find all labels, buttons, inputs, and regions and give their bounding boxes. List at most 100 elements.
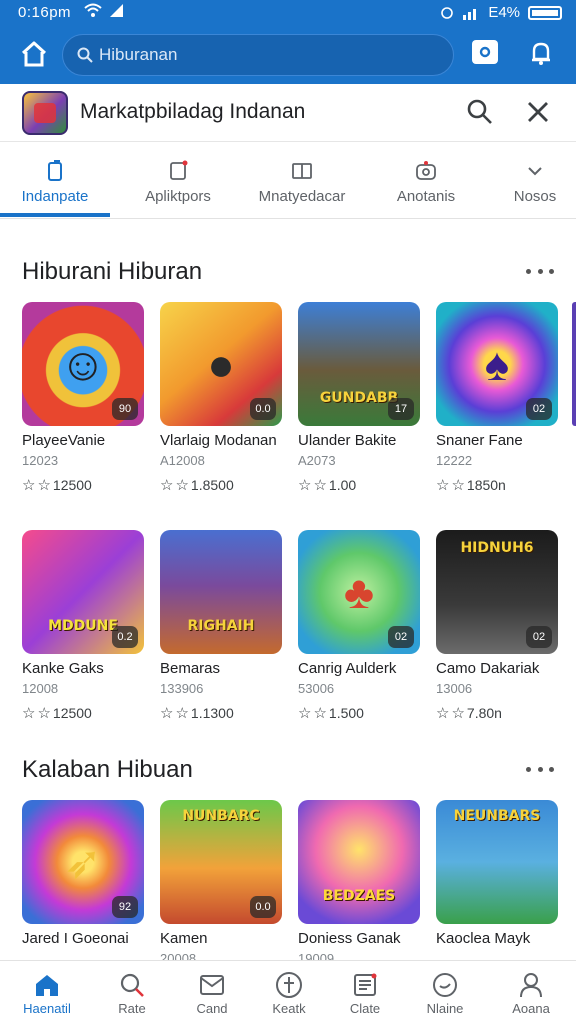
game-rating: ☆ ☆ 12500 bbox=[22, 476, 144, 494]
home-button[interactable] bbox=[16, 36, 52, 72]
character-icon: ♣ bbox=[343, 566, 375, 618]
game-thumbnail: ➶ 92 bbox=[22, 800, 144, 924]
star-icon: ☆ bbox=[37, 477, 51, 494]
tab-label: Nosos bbox=[513, 187, 557, 205]
rating-value: 1850n bbox=[466, 477, 506, 493]
nav-aoana[interactable]: Aoana bbox=[492, 961, 570, 1024]
rating-value: 1.500 bbox=[328, 705, 364, 721]
game-title: PlayeeVanie bbox=[22, 432, 106, 449]
game-rating: ☆ ☆ 1.8500 bbox=[160, 476, 282, 494]
game-title: Snaner Fane bbox=[436, 432, 523, 449]
bottom-navigation: Haenatil Rate Cand Keatk Clate Nlaine Ao… bbox=[0, 960, 576, 1024]
rating-value: 7.80n bbox=[466, 705, 502, 721]
book-icon bbox=[291, 158, 313, 184]
game-thumbnail: MDDUNE 0.2 bbox=[22, 530, 144, 654]
star-icon: ☆ bbox=[22, 705, 36, 722]
game-title: Canrig Aulderk bbox=[298, 660, 397, 677]
section-title: Hiburani Hiburan bbox=[22, 258, 203, 285]
more-options-button[interactable] bbox=[526, 764, 554, 774]
thumbnail-banner: NEUNBARS bbox=[453, 808, 541, 824]
game-card[interactable]: RIGHAIH Bemaras 133906 ☆ ☆ 1.1300 bbox=[160, 530, 282, 722]
clock-icon bbox=[431, 971, 459, 999]
game-thumbnail: HIDNUH6 02 bbox=[436, 530, 558, 654]
game-thumbnail: GUNDABB 17 bbox=[298, 302, 420, 426]
home-icon bbox=[21, 41, 47, 67]
search-icon bbox=[467, 99, 492, 124]
game-thumbnail: ♠ 02 bbox=[436, 302, 558, 426]
camera-button[interactable] bbox=[472, 40, 498, 64]
thumbnail-banner: BEDZAES bbox=[322, 888, 396, 904]
tab-mnatyedacar[interactable]: Mnatyedacar bbox=[250, 143, 354, 219]
thumbnail-banner: HIDNUH6 bbox=[460, 540, 534, 556]
tab-apliktpors[interactable]: Apliktpors bbox=[126, 143, 230, 219]
more-options-button[interactable] bbox=[526, 266, 554, 276]
nav-label: Rate bbox=[118, 1000, 146, 1016]
game-meta: 53006 bbox=[298, 681, 335, 696]
chevron-down-icon bbox=[526, 158, 544, 184]
search-input[interactable]: Hiburanan bbox=[62, 34, 454, 76]
tab-nosos[interactable]: Nosos bbox=[498, 143, 572, 219]
game-card[interactable]: ➶ 92 Jared I Goeonai bbox=[22, 800, 144, 947]
bell-icon bbox=[532, 42, 550, 65]
game-card[interactable]: NUNBARC 0.0 Kamen 20008 bbox=[160, 800, 282, 966]
star-icon: ☆ bbox=[436, 477, 450, 494]
thumbnail-badge: 0.0 bbox=[250, 896, 276, 918]
game-rating: ☆ ☆ 1.500 bbox=[298, 704, 420, 722]
nav-home[interactable]: Haenatil bbox=[8, 961, 86, 1024]
game-title: Ulander Bakite bbox=[298, 432, 397, 449]
game-card[interactable]: ☺ 90 PlayeeVanie 12023 ☆ ☆ 12500 bbox=[22, 302, 144, 494]
star-icon: ☆ bbox=[451, 705, 465, 722]
tab-bar: Indanpate Apliktpors Mnatyedacar Anotani… bbox=[0, 143, 576, 219]
game-title: Kaoclea Mayk bbox=[436, 930, 531, 947]
game-meta: 12008 bbox=[22, 681, 59, 696]
thumbnail-badge: 0.0 bbox=[250, 398, 276, 420]
status-left-icons bbox=[84, 2, 124, 18]
notification-button[interactable] bbox=[526, 38, 556, 68]
nav-label: Clate bbox=[349, 1000, 381, 1016]
game-meta: 12222 bbox=[436, 453, 473, 468]
status-bar: 0:16pm E4% bbox=[0, 0, 576, 26]
battery-icon bbox=[528, 5, 562, 20]
nav-label: Haenatil bbox=[23, 1000, 71, 1016]
star-icon: ☆ bbox=[298, 477, 312, 494]
tab-anotanis[interactable]: Anotanis bbox=[374, 143, 478, 219]
rocket-icon: ➶ bbox=[63, 836, 103, 888]
smile-icon: ☺ bbox=[59, 338, 107, 390]
search-row: Hiburanan bbox=[0, 30, 576, 80]
rating-value: 1.1300 bbox=[190, 705, 234, 721]
game-card[interactable]: ♠ 02 Snaner Fane 12222 ☆ ☆ 1850n bbox=[436, 302, 558, 494]
game-title: Doniess Ganak bbox=[298, 930, 401, 947]
search-icon bbox=[119, 971, 145, 999]
close-button[interactable] bbox=[524, 98, 552, 126]
game-card[interactable]: ♣ 02 Canrig Aulderk 53006 ☆ ☆ 1.500 bbox=[298, 530, 420, 722]
alarm-icon bbox=[441, 6, 454, 19]
game-card[interactable]: NEUNBARS Kaoclea Mayk bbox=[436, 800, 558, 947]
signal-icon bbox=[110, 4, 123, 17]
nav-nlaine[interactable]: Nlaine bbox=[406, 961, 484, 1024]
nav-rate[interactable]: Rate bbox=[93, 961, 171, 1024]
tab-indanpate[interactable]: Indanpate bbox=[0, 143, 110, 219]
game-card[interactable]: HIDNUH6 02 Camo Dakariak 13006 ☆ ☆ 7.80n bbox=[436, 530, 558, 722]
game-card[interactable]: GUNDABB 17 Ulander Bakite A2073 ☆ ☆ 1.00 bbox=[298, 302, 420, 494]
game-card[interactable]: ● 0.0 Vlarlaig Modanan A12008 ☆ ☆ 1.8500 bbox=[160, 302, 282, 494]
nav-cand[interactable]: Cand bbox=[173, 961, 251, 1024]
star-icon: ☆ bbox=[37, 705, 51, 722]
header-search-button[interactable] bbox=[466, 98, 494, 126]
game-title: Kamen bbox=[160, 930, 208, 947]
game-card[interactable]: BEDZAES Doniess Ganak 19009 bbox=[298, 800, 420, 966]
star-icon: ☆ bbox=[313, 705, 327, 722]
search-icon bbox=[77, 47, 93, 63]
game-thumbnail: ♣ 02 bbox=[298, 530, 420, 654]
game-title: Jared I Goeonai bbox=[22, 930, 129, 947]
mail-icon bbox=[199, 971, 225, 999]
nav-clate[interactable]: Clate bbox=[326, 961, 404, 1024]
nav-keatk[interactable]: Keatk bbox=[250, 961, 328, 1024]
star-icon: ☆ bbox=[160, 705, 174, 722]
tab-label: Mnatyedacar bbox=[258, 187, 346, 205]
panda-icon: ● bbox=[207, 338, 235, 390]
game-rating: ☆ ☆ 1.1300 bbox=[160, 704, 282, 722]
game-card[interactable]: MDDUNE 0.2 Kanke Gaks 12008 ☆ ☆ 12500 bbox=[22, 530, 144, 722]
thumbnail-badge: 90 bbox=[112, 398, 138, 420]
next-card-peek bbox=[572, 302, 576, 426]
star-icon: ☆ bbox=[451, 477, 465, 494]
